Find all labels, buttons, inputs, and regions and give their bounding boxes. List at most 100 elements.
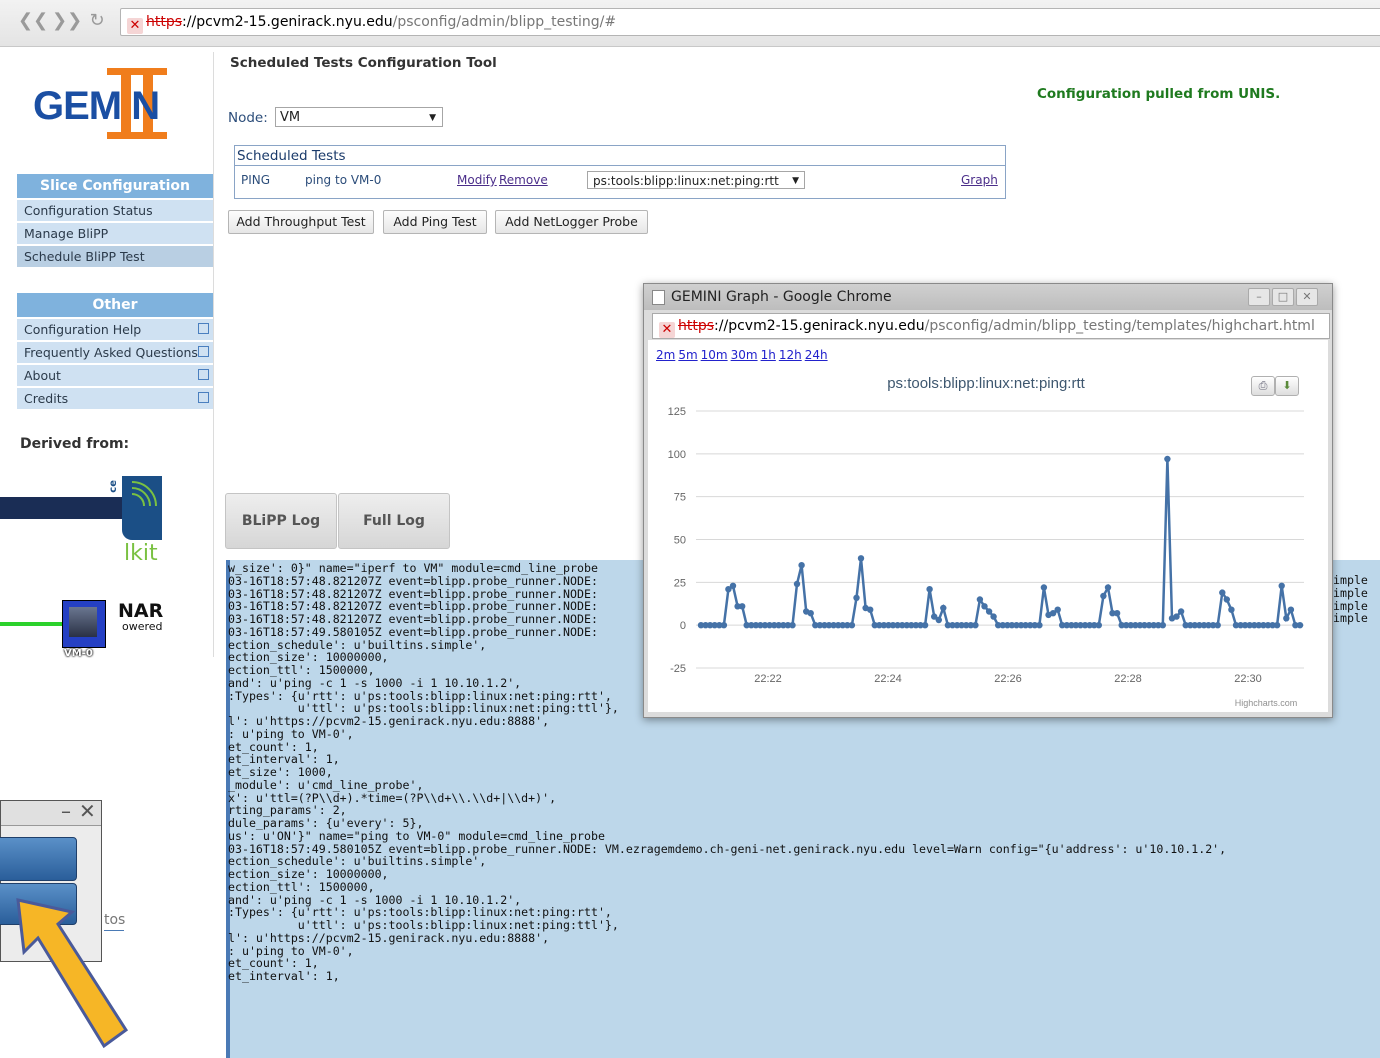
data-point[interactable]	[1278, 582, 1285, 589]
data-point[interactable]	[1113, 610, 1121, 617]
sidebar-item-about[interactable]: About	[17, 365, 213, 387]
url-path: /psconfig/admin/blipp_testing/#	[392, 14, 617, 30]
range-1h-link[interactable]: 1h	[761, 348, 776, 362]
range-30m-link[interactable]: 30m	[731, 348, 758, 362]
sidebar-item-credits[interactable]: Credits	[17, 388, 213, 410]
data-point[interactable]	[1040, 584, 1048, 591]
log-line: u'ttl': u'ps:tools:blipp:linux:net:ping:…	[228, 918, 619, 932]
graph-link[interactable]: Graph	[961, 173, 998, 187]
data-point[interactable]	[972, 622, 979, 629]
tab-blipp-log[interactable]: BLiPP Log	[225, 493, 337, 549]
address-bar[interactable]: ✕ https://pcvm2-15.genirack.nyu.edu/pscon…	[120, 8, 1380, 36]
data-point[interactable]	[720, 622, 728, 629]
partial-window-button-1[interactable]	[0, 837, 77, 881]
sidebar-item-faq[interactable]: Frequently Asked Questions	[17, 342, 213, 364]
insecure-lock-icon: ✕	[659, 322, 675, 338]
data-point[interactable]	[793, 580, 801, 588]
sidebar-item-configuration-help[interactable]: Configuration Help	[17, 319, 213, 341]
sidebar-item-schedule-blipp-test[interactable]: Schedule BliPP Test	[17, 246, 213, 268]
close-icon[interactable]: ✕	[1296, 288, 1318, 306]
range-12h-link[interactable]: 12h	[779, 348, 802, 362]
data-point[interactable]	[789, 622, 796, 629]
add-ping-test-button[interactable]: Add Ping Test	[383, 210, 487, 234]
range-10m-link[interactable]: 10m	[701, 348, 728, 362]
data-point[interactable]	[1287, 606, 1295, 613]
data-point[interactable]	[981, 603, 988, 610]
close-icon[interactable]: ✕	[79, 799, 96, 823]
sidebar-item-configuration-status[interactable]: Configuration Status	[17, 200, 213, 222]
log-line: l': u'https://pcvm2-15.genirack.nyu.edu:…	[228, 930, 550, 945]
y-tick-label: 75	[674, 492, 686, 504]
add-throughput-test-button[interactable]: Add Throughput Test	[228, 210, 374, 234]
data-point[interactable]	[1223, 596, 1230, 603]
data-point[interactable]	[1177, 608, 1185, 615]
minimize-icon[interactable]: –	[1248, 288, 1270, 306]
data-point[interactable]	[729, 582, 737, 589]
data-point[interactable]	[1214, 622, 1221, 629]
data-point[interactable]	[1228, 606, 1235, 613]
node-select-value: VM	[280, 110, 301, 125]
maximize-icon[interactable]: □	[1272, 288, 1294, 306]
data-point[interactable]	[1159, 622, 1166, 629]
log-line: et_interval': 1,	[228, 969, 340, 983]
data-point[interactable]	[1283, 615, 1290, 622]
test-name: ping to VM-0	[305, 173, 382, 187]
log-line: dule_params': {u'every': 5},	[228, 816, 424, 830]
print-icon[interactable]: ⎙	[1251, 376, 1275, 396]
data-point[interactable]	[985, 608, 993, 615]
data-point[interactable]	[976, 596, 984, 603]
vm-node-icon[interactable]	[62, 600, 106, 648]
remove-link[interactable]: Remove	[499, 173, 548, 187]
reload-icon[interactable]: ↻	[86, 10, 108, 32]
data-point[interactable]	[857, 555, 865, 562]
test-type: PING	[241, 173, 271, 187]
forward-icon[interactable]: ❯❯	[52, 10, 82, 32]
toolkit-text: lkit	[124, 541, 158, 566]
data-point[interactable]	[798, 562, 805, 569]
data-point[interactable]	[1164, 455, 1171, 463]
modify-link[interactable]: Modify	[457, 173, 497, 187]
tab-full-log[interactable]: Full Log	[338, 493, 450, 549]
data-point[interactable]	[1104, 584, 1112, 591]
data-point[interactable]	[921, 622, 929, 629]
log-right-fragment: imple imple imple imple	[1333, 574, 1368, 625]
minimize-icon[interactable]: –	[61, 799, 71, 823]
data-point[interactable]	[867, 606, 874, 613]
sidebar-item-manage-blipp[interactable]: Manage BliPP	[17, 223, 213, 245]
data-point[interactable]	[807, 610, 814, 617]
popup-address-bar[interactable]: ✕ https://pcvm2-15.genirack.nyu.edu/pscon…	[652, 313, 1330, 339]
data-point[interactable]	[935, 616, 942, 624]
data-point[interactable]	[990, 613, 997, 620]
data-point[interactable]	[1219, 589, 1226, 596]
metric-select[interactable]: ps:tools:blipp:linux:net:ping:rtt ▼	[587, 171, 805, 189]
data-point[interactable]	[1036, 622, 1043, 629]
data-point[interactable]	[848, 622, 856, 629]
y-tick-label: 25	[674, 577, 686, 589]
data-point[interactable]	[1095, 622, 1102, 629]
partner-logo-vertical-text: ce	[108, 480, 119, 493]
url-scheme: https	[146, 14, 183, 30]
range-5m-link[interactable]: 5m	[678, 348, 697, 362]
powered-text: owered	[122, 620, 163, 633]
data-point[interactable]	[739, 603, 746, 610]
data-point[interactable]	[926, 586, 933, 593]
node-select[interactable]: VM ▼	[275, 107, 443, 127]
series-line	[701, 458, 1300, 627]
data-point[interactable]	[1173, 613, 1180, 620]
other-header: Other	[17, 293, 213, 317]
data-point[interactable]	[1054, 606, 1061, 613]
data-point[interactable]	[940, 604, 947, 612]
data-point[interactable]	[1273, 622, 1281, 629]
external-link-icon	[198, 346, 209, 357]
x-tick-label: 22:28	[1114, 673, 1142, 685]
data-point[interactable]	[1100, 592, 1107, 600]
add-netlogger-probe-button[interactable]: Add NetLogger Probe	[495, 210, 648, 234]
data-point[interactable]	[1296, 622, 1304, 629]
range-2m-link[interactable]: 2m	[656, 348, 675, 362]
sidebar-item-label: Frequently Asked Questions	[24, 345, 198, 360]
range-24h-link[interactable]: 24h	[805, 348, 828, 362]
download-icon[interactable]: ⬇	[1275, 376, 1299, 396]
log-fragment-line: imple	[1333, 573, 1368, 587]
back-icon[interactable]: ❮❮	[18, 10, 48, 32]
data-point[interactable]	[853, 594, 860, 601]
